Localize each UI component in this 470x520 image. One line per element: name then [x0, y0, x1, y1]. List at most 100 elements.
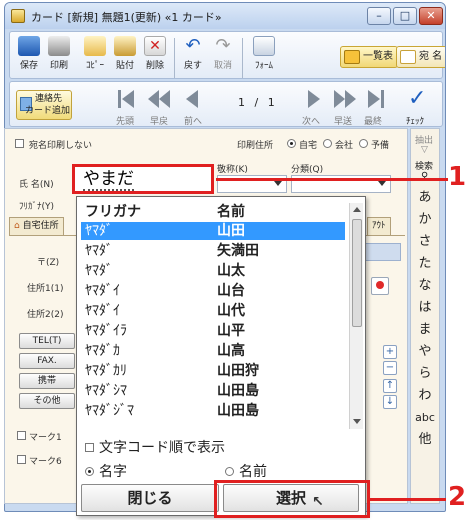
- prev-label: 前へ: [184, 117, 203, 127]
- close-popup-button[interactable]: 閉じる: [81, 484, 219, 512]
- mark6-checkbox[interactable]: [17, 455, 26, 464]
- address1-label: 住所1(1): [27, 284, 64, 294]
- list-item[interactable]: ﾔﾏﾀﾞ 山田: [81, 222, 345, 240]
- page-indicator: 1 / 1: [238, 96, 275, 109]
- list-item[interactable]: ﾔﾏﾀﾞ 矢満田: [81, 242, 345, 260]
- list-item[interactable]: ﾔﾏﾀﾞｲ 山台: [81, 282, 345, 300]
- prev-record-button[interactable]: 前へ: [180, 88, 208, 127]
- kana-ha[interactable]: は: [411, 297, 439, 319]
- delete-button[interactable]: ✕ 削除: [142, 36, 168, 71]
- kana-na[interactable]: な: [411, 275, 439, 297]
- col-furigana-header: フリガナ: [85, 204, 141, 220]
- row-furigana: ﾔﾏﾀﾞ: [85, 263, 113, 279]
- chevron-down-icon: [378, 181, 386, 186]
- surname-label: 名字: [99, 464, 127, 480]
- tab-layout[interactable]: ｱｳﾄ: [367, 217, 391, 235]
- list-view-label: 一覧表: [363, 51, 393, 62]
- list-item[interactable]: ﾔﾏﾀﾞ 山太: [81, 262, 345, 280]
- cancel-button[interactable]: ↷ 取消: [210, 36, 236, 72]
- list-scrollbar[interactable]: [349, 203, 363, 429]
- page-total: 1: [267, 96, 275, 109]
- copy-button[interactable]: ｺﾋﾟｰ: [82, 36, 108, 71]
- add-contact-button[interactable]: 連絡先 カード追加: [16, 90, 72, 120]
- kana-index: 抽出 ▽ 検索 ⚲ あ か さ た な は ま や ら わ abc 他: [410, 128, 440, 504]
- fax-button[interactable]: FAX.: [19, 353, 75, 369]
- given-name-radio[interactable]: [225, 467, 234, 476]
- furigana-label: ﾌﾘｶﾞﾅ(Y): [19, 202, 55, 212]
- honorific-label: 敬称(K): [217, 165, 248, 175]
- row-name: 矢満田: [217, 243, 259, 259]
- map-button[interactable]: [371, 277, 389, 295]
- minimize-button[interactable]: –: [367, 7, 391, 25]
- list-item[interactable]: ﾔﾏﾀﾞｲ 山代: [81, 302, 345, 320]
- mobile-button[interactable]: 携帯: [19, 373, 75, 389]
- row-name: 山太: [217, 263, 245, 279]
- kana-a[interactable]: あ: [411, 187, 439, 209]
- rewind-icon-2: [159, 90, 170, 108]
- suggestion-list[interactable]: フリガナ 名前 ﾔﾏﾀﾞ 山田 ﾔﾏﾀﾞ 矢満田 ﾔﾏﾀﾞ 山太 ﾔﾏﾀﾞｲ 山…: [81, 203, 349, 429]
- remove-phone-button[interactable]: −: [383, 361, 397, 375]
- last-record-button[interactable]: 最終: [362, 88, 390, 127]
- next-record-button[interactable]: 次へ: [300, 88, 328, 127]
- scroll-thumb[interactable]: [352, 219, 362, 327]
- print-button[interactable]: 印刷: [46, 36, 72, 71]
- scroll-down-icon[interactable]: [353, 419, 361, 424]
- fast-forward-icon-2: [345, 90, 356, 108]
- first-record-button[interactable]: 先頭: [114, 88, 142, 127]
- mark1-checkbox[interactable]: [17, 431, 26, 440]
- fast-back-button[interactable]: 早戻: [146, 88, 176, 127]
- mark1-label: マーク1: [29, 433, 62, 443]
- tab-home-address[interactable]: ⌂ 自宅住所: [9, 217, 64, 235]
- kana-sa[interactable]: さ: [411, 231, 439, 253]
- kana-ka[interactable]: か: [411, 209, 439, 231]
- print-address-label: 印刷住所: [237, 141, 274, 151]
- kana-ta[interactable]: た: [411, 253, 439, 275]
- last-label: 最終: [364, 117, 383, 127]
- first-bar-icon: [118, 90, 121, 108]
- index-other[interactable]: 他: [411, 429, 439, 451]
- add-phone-button[interactable]: +: [383, 345, 397, 359]
- kana-list: あ か さ た な は ま や ら わ abc 他: [411, 187, 439, 451]
- print-company-radio[interactable]: [323, 139, 332, 148]
- undo-button[interactable]: ↶ 戻す: [180, 36, 206, 72]
- print-spare-radio[interactable]: [359, 139, 368, 148]
- move-up-button[interactable]: ↑: [383, 379, 397, 393]
- tel-button[interactable]: TEL(T): [19, 333, 75, 349]
- save-button[interactable]: 保存: [16, 36, 42, 71]
- fast-forward-button[interactable]: 早送: [330, 88, 360, 127]
- row-furigana: ﾔﾏﾀﾞｼﾞﾏ: [85, 403, 134, 419]
- mark6-label: マーク6: [29, 457, 62, 467]
- list-item[interactable]: ﾔﾏﾀﾞｶ 山高: [81, 342, 345, 360]
- paste-button[interactable]: 貼付: [112, 36, 138, 71]
- check-button[interactable]: ✓ ﾁｪｯｸ: [402, 86, 436, 127]
- print-home-radio[interactable]: [287, 139, 296, 148]
- surname-radio[interactable]: [85, 467, 94, 476]
- sort-by-code-checkbox[interactable]: [85, 443, 94, 452]
- checkmark-icon: ✓: [408, 86, 427, 111]
- no-print-checkbox[interactable]: [15, 139, 24, 148]
- index-abc[interactable]: abc: [411, 407, 439, 429]
- cancel-label: 取消: [213, 61, 232, 71]
- name-input[interactable]: やまだ: [72, 164, 214, 194]
- copy-label: ｺﾋﾟｰ: [85, 61, 104, 71]
- chevron-down-icon: [274, 181, 282, 186]
- prev-arrow-icon: [186, 90, 198, 108]
- form-button[interactable]: ﾌｫｰﾑ: [248, 36, 280, 71]
- col-name-header: 名前: [217, 204, 245, 220]
- other-contact-button[interactable]: その他: [19, 393, 75, 409]
- list-item[interactable]: ﾔﾏﾀﾞｲﾗ 山平: [81, 322, 345, 340]
- scroll-up-icon[interactable]: [353, 207, 361, 212]
- list-item[interactable]: ﾔﾏﾀﾞｶﾘ 山田狩: [81, 362, 345, 380]
- list-item[interactable]: ﾔﾏﾀﾞｼﾏ 山田島: [81, 382, 345, 400]
- kana-ma[interactable]: ま: [411, 319, 439, 341]
- maximize-button[interactable]: □: [393, 7, 417, 25]
- floppy-disk-icon: [18, 36, 40, 56]
- move-down-button[interactable]: ↓: [383, 395, 397, 409]
- address-label-button[interactable]: 宛 名: [396, 46, 445, 68]
- kana-ya[interactable]: や: [411, 341, 439, 363]
- kana-ra[interactable]: ら: [411, 363, 439, 385]
- list-item[interactable]: ﾔﾏﾀﾞｼﾞﾏ 山田島: [81, 402, 345, 420]
- kana-wa[interactable]: わ: [411, 385, 439, 407]
- close-window-button[interactable]: ✕: [419, 7, 443, 25]
- list-view-button[interactable]: 一覧表: [340, 46, 398, 68]
